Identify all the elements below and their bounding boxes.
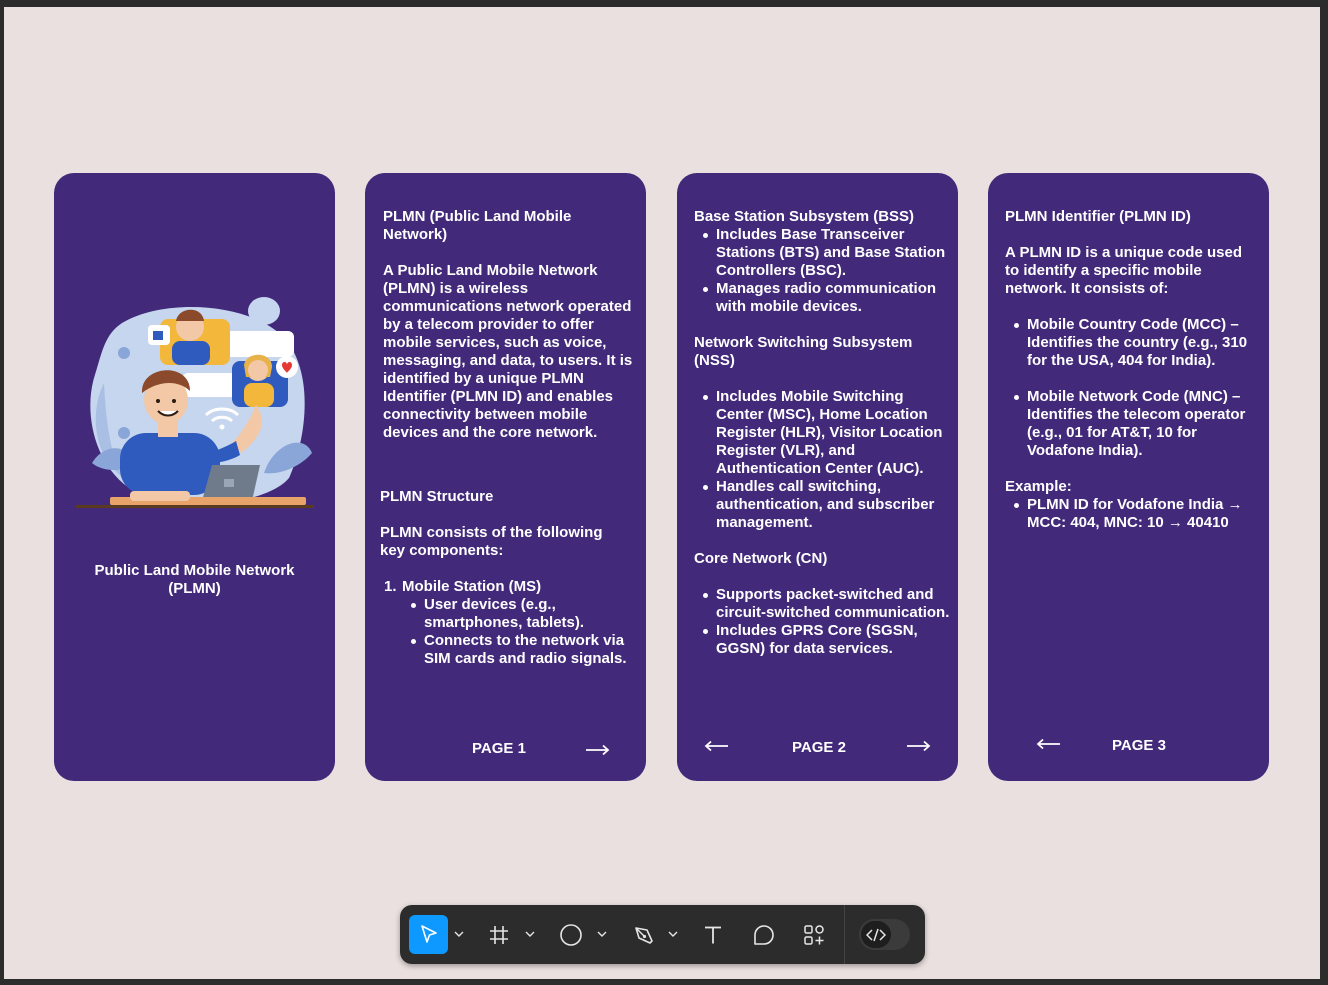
chevron-down-icon — [525, 931, 535, 937]
list-item: Connects to the network via SIM cards an… — [402, 632, 635, 668]
actions-tool-button[interactable] — [799, 921, 829, 949]
list-item: Mobile Network Code (MNC) – Identifies t… — [1005, 388, 1263, 460]
frame-icon — [490, 926, 508, 944]
example-bullet-list: PLMN ID for Vodafone India → MCC: 404, M… — [1005, 496, 1263, 532]
list-item: Mobile Country Code (MCC) – Identifies t… — [1005, 316, 1263, 370]
list-item: Includes GPRS Core (SGSN, GGSN) for data… — [694, 622, 952, 658]
nss-heading: Network Switching Subsystem (NSS) — [694, 334, 913, 369]
plmn-id-intro: A PLMN ID is a unique code used to ident… — [1005, 244, 1242, 297]
mnc-bullet-list: Mobile Network Code (MNC) – Identifies t… — [1005, 388, 1263, 460]
arrow-left-icon[interactable] — [1035, 738, 1061, 750]
pen-tool-button[interactable] — [629, 921, 659, 949]
arrow-right-icon[interactable] — [906, 740, 932, 752]
page-label: PAGE 2 — [792, 739, 846, 756]
arrow-left-icon[interactable] — [703, 740, 729, 752]
dev-mode-toggle[interactable] — [859, 919, 910, 950]
list-item: PLMN ID for Vodafone India → MCC: 404, M… — [1005, 496, 1263, 532]
page-2-card[interactable]: Base Station Subsystem (BSS) Includes Ba… — [677, 173, 958, 781]
list-item: Supports packet-switched and circuit-swi… — [694, 586, 952, 622]
list-item: Includes Base Transceiver Stations (BTS)… — [694, 226, 952, 280]
bss-bullets: Includes Base Transceiver Stations (BTS)… — [694, 226, 952, 316]
list-item: User devices (e.g., smartphones, tablets… — [402, 596, 635, 632]
move-tool-dropdown[interactable] — [452, 927, 466, 941]
page-label: PAGE 1 — [472, 740, 526, 757]
plmn-intro: A Public Land Mobile Network (PLMN) is a… — [383, 262, 633, 441]
plmn-structure-intro: PLMN consists of the following key compo… — [380, 524, 603, 559]
plmn-id-heading: PLMN Identifier (PLMN ID) — [1005, 208, 1191, 225]
comment-tool-button[interactable] — [749, 921, 779, 949]
nss-bullets: Includes Mobile Switching Center (MSC), … — [694, 388, 952, 532]
frame-tool-button[interactable] — [484, 921, 514, 949]
chevron-down-icon — [668, 931, 678, 937]
pointer-icon — [420, 924, 437, 943]
example-label: Example: — [1005, 478, 1072, 495]
move-tool-button[interactable] — [409, 915, 448, 954]
page-1-card[interactable]: PLMN (Public Land Mobile Network) A Publ… — [365, 173, 646, 781]
page-3-card[interactable]: PLMN Identifier (PLMN ID) A PLMN ID is a… — [988, 173, 1269, 781]
arrow-right-icon[interactable] — [585, 744, 611, 756]
cn-bullets: Supports packet-switched and circuit-swi… — [694, 586, 952, 658]
chevron-down-icon — [454, 931, 464, 937]
chevron-down-icon — [597, 931, 607, 937]
plmn-heading: PLMN (Public Land Mobile Network) — [383, 208, 572, 243]
code-icon — [866, 928, 886, 941]
list-item-mobile-station: 1. Mobile Station (MS) User devices (e.g… — [380, 578, 635, 668]
shape-tool-button[interactable] — [556, 921, 586, 949]
item-title: Mobile Station (MS) — [402, 578, 542, 595]
components-list: 1. Mobile Station (MS) User devices (e.g… — [380, 578, 635, 668]
list-item: Includes Mobile Switching Center (MSC), … — [694, 388, 952, 478]
ellipse-icon — [560, 924, 582, 946]
cover-card[interactable]: Public Land Mobile Network (PLMN) — [54, 173, 335, 781]
actions-icon — [804, 925, 824, 945]
cn-heading: Core Network (CN) — [694, 550, 828, 567]
cover-title: Public Land Mobile Network (PLMN) — [94, 562, 295, 597]
item-number: 1. — [384, 578, 397, 595]
toolbar-divider — [844, 905, 845, 964]
page-label: PAGE 3 — [1112, 737, 1166, 754]
shape-tool-dropdown[interactable] — [595, 927, 609, 941]
bss-heading: Base Station Subsystem (BSS) — [694, 208, 915, 225]
dev-mode-knob — [861, 921, 891, 948]
pen-icon — [635, 927, 653, 944]
comment-icon — [754, 925, 774, 945]
list-item: Manages radio communication with mobile … — [694, 280, 952, 316]
plmn-structure-heading: PLMN Structure — [380, 488, 494, 505]
mobile-station-bullets: User devices (e.g., smartphones, tablets… — [402, 596, 635, 668]
list-item: Handles call switching, authentication, … — [694, 478, 952, 532]
text-icon — [705, 926, 721, 944]
illustration-person-chatting — [76, 297, 314, 508]
mcc-bullet-list: Mobile Country Code (MCC) – Identifies t… — [1005, 316, 1263, 370]
text-tool-button[interactable] — [698, 921, 728, 949]
frame-tool-dropdown[interactable] — [523, 927, 537, 941]
bottom-toolbar — [400, 905, 925, 964]
pen-tool-dropdown[interactable] — [666, 927, 680, 941]
